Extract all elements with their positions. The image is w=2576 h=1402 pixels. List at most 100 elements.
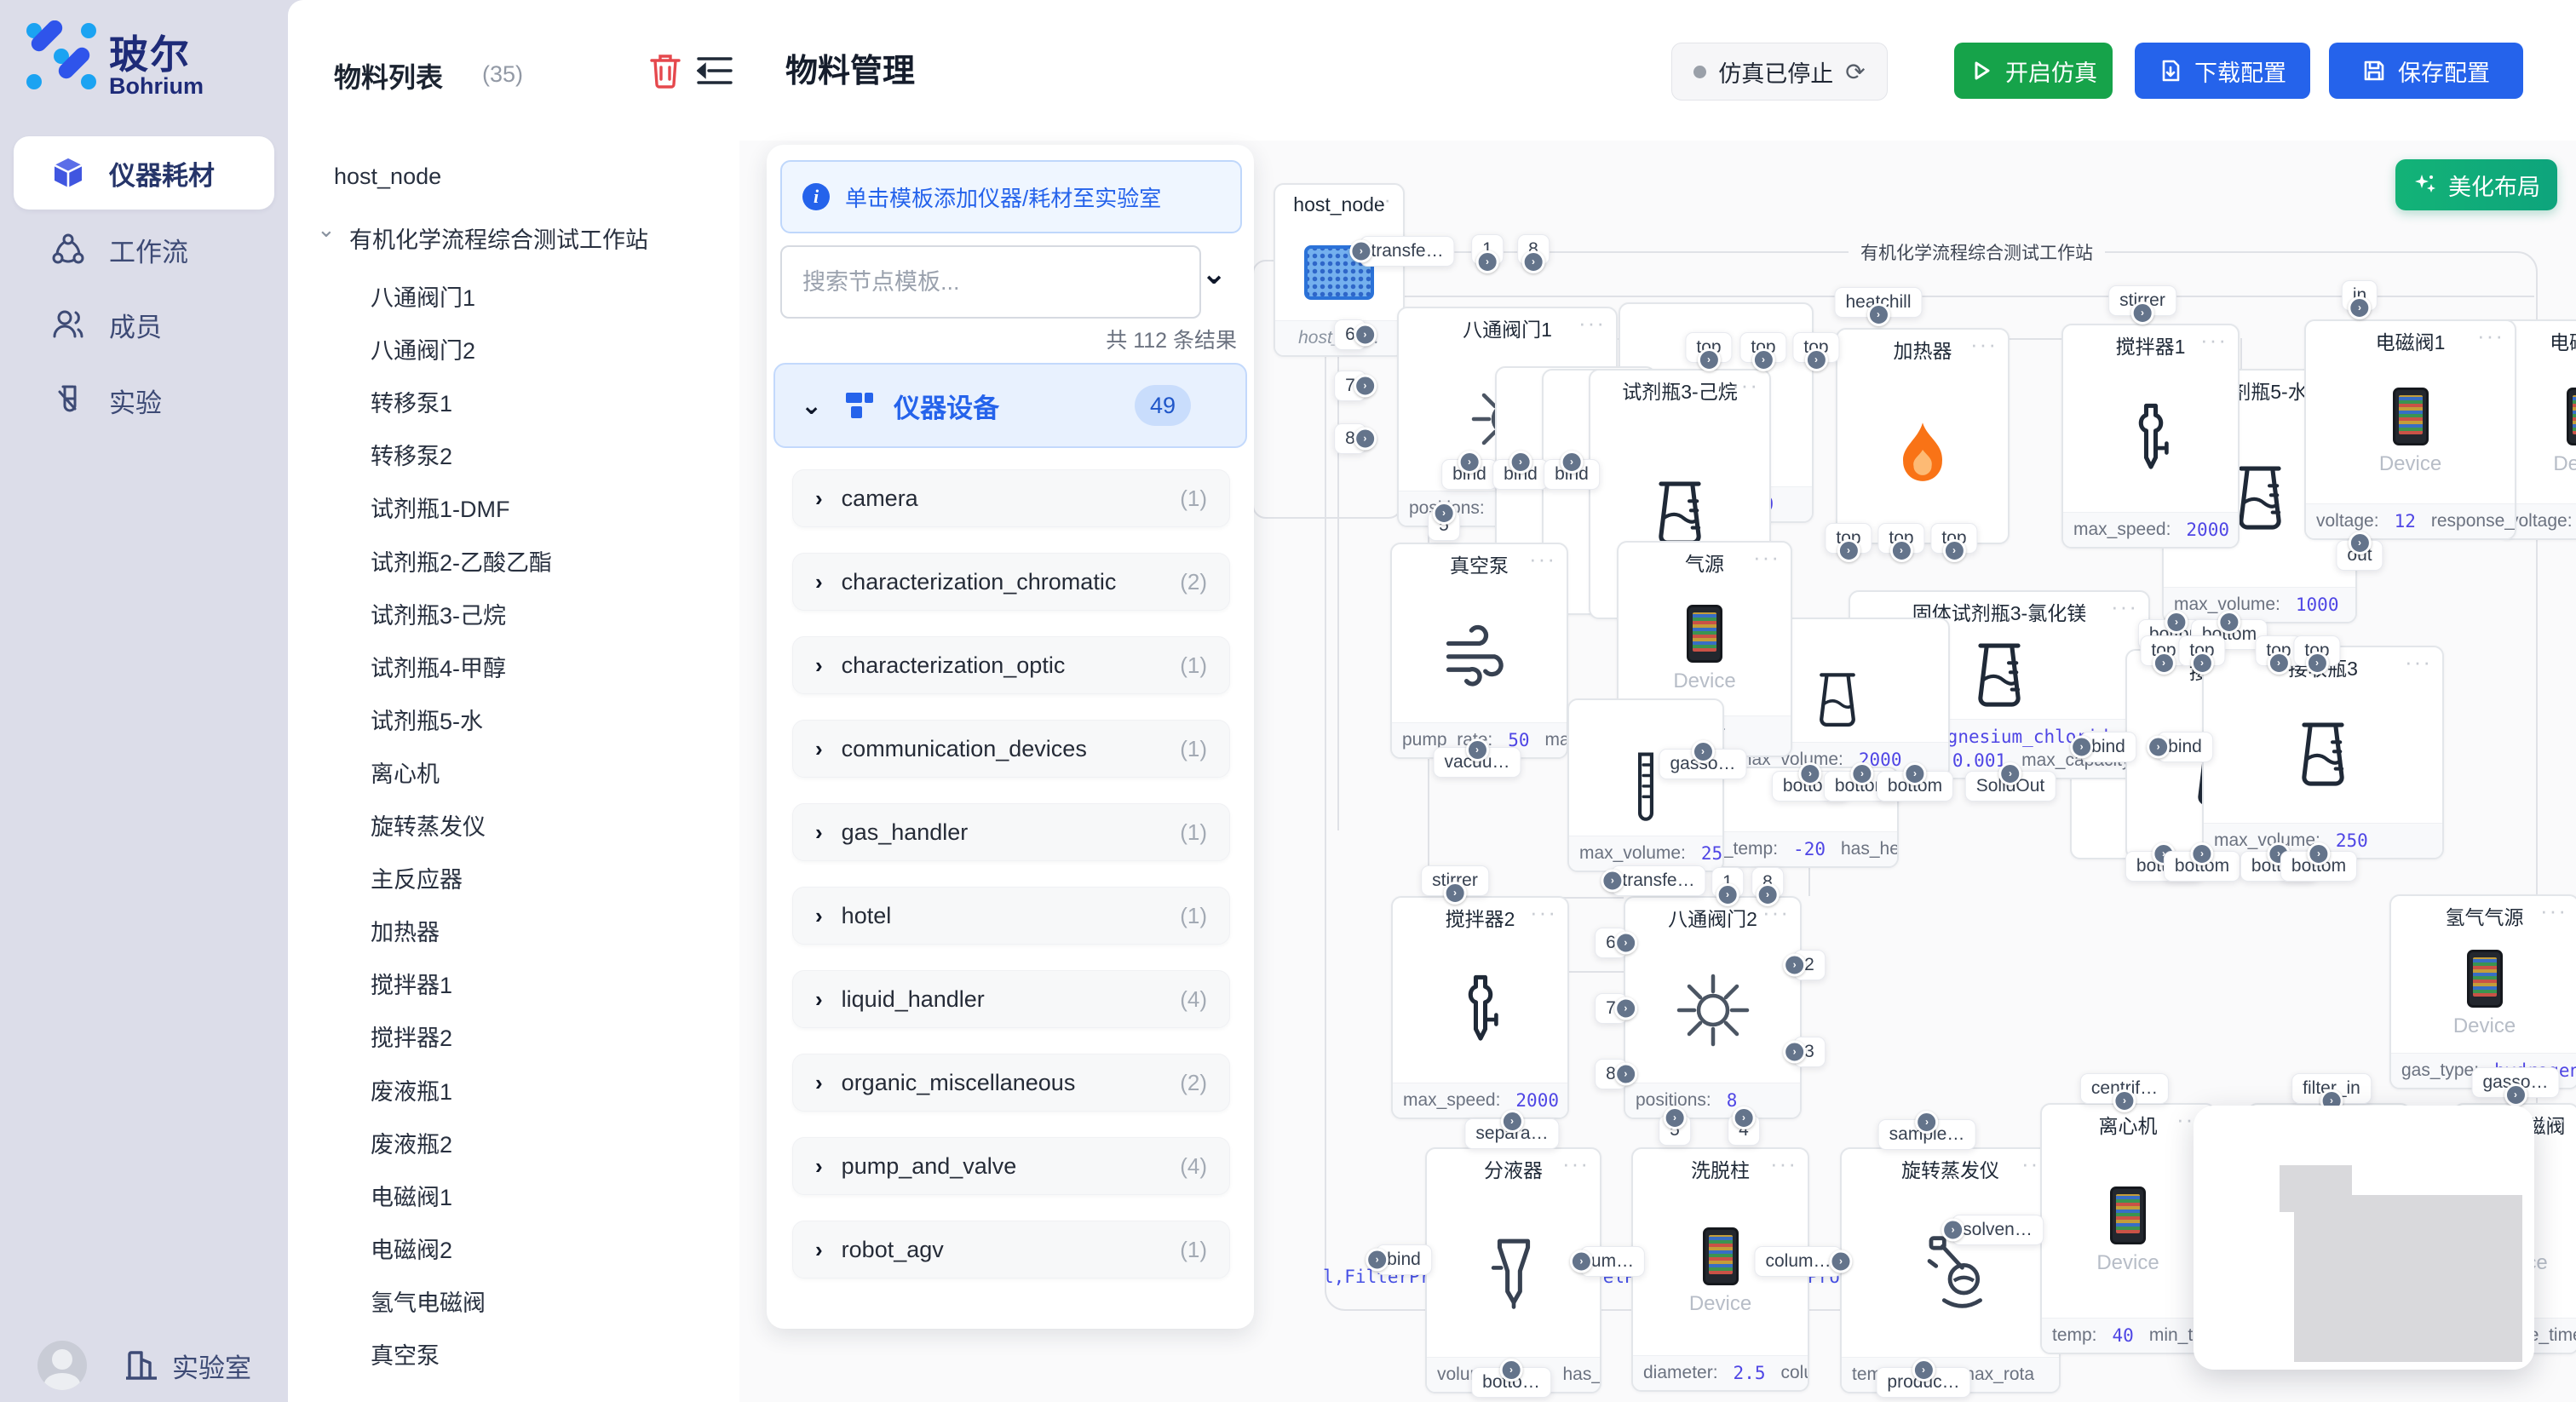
tree-item[interactable]: 废液瓶1	[371, 1073, 452, 1106]
port-handle-icon[interactable]: ›	[1476, 250, 1499, 273]
template-item-gas_handler[interactable]: ›gas_handler(1)	[792, 803, 1230, 861]
port-handle-icon[interactable]: ›	[1867, 303, 1890, 326]
tree-item[interactable]: 试剂瓶2-乙酸乙酯	[371, 544, 552, 577]
port-handle-icon[interactable]: ›	[2190, 842, 2213, 865]
port-handle-icon[interactable]: ›	[1614, 997, 1637, 1020]
template-item-liquid_handler[interactable]: ›liquid_handler(4)	[792, 970, 1230, 1028]
download-config-button[interactable]: 下载配置	[2135, 43, 2310, 99]
port-chip[interactable]: bottom›	[1877, 771, 1953, 802]
port-handle-icon[interactable]: ›	[2152, 652, 2175, 675]
port-handle-icon[interactable]: ›	[1509, 451, 1532, 474]
port-handle-icon[interactable]: ›	[1733, 1106, 1756, 1129]
port-chip[interactable]: bind›	[1544, 459, 1600, 490]
port-chip[interactable]: 1›	[1471, 234, 1504, 265]
port-chip[interactable]: top›	[1877, 523, 1924, 554]
tree-item-group[interactable]: 有机化学流程综合测试工作站	[349, 221, 648, 255]
port-handle-icon[interactable]: ›	[1366, 1249, 1389, 1272]
port-chip[interactable]: produc…›	[1876, 1367, 1970, 1398]
node-menu-icon[interactable]: ···	[1366, 187, 1393, 213]
node-menu-icon[interactable]: ···	[2477, 323, 2504, 349]
port-chip[interactable]: 2›	[1793, 950, 1826, 980]
template-item-robot_agv[interactable]: ›robot_agv(1)	[792, 1221, 1230, 1278]
port-chip[interactable]: colum…›	[1754, 1246, 1842, 1277]
node-menu-icon[interactable]: ···	[1578, 310, 1606, 336]
port-chip[interactable]: 6›	[1595, 928, 1627, 958]
sidebar-item-workflow[interactable]: 工作流	[14, 213, 274, 286]
port-handle-icon[interactable]: ›	[2147, 736, 2170, 759]
port-chip[interactable]: sample…›	[1878, 1119, 1976, 1150]
port-chip[interactable]: bind›	[1376, 1244, 1432, 1275]
refresh-icon[interactable]: ⟳	[1845, 58, 1865, 86]
port-handle-icon[interactable]: ›	[1903, 762, 1926, 785]
port-handle-icon[interactable]: ›	[2070, 736, 2093, 759]
port-handle-icon[interactable]: ›	[1915, 1111, 1938, 1134]
port-handle-icon[interactable]: ›	[1783, 954, 1806, 977]
tree-item[interactable]: 主反应器	[371, 861, 463, 894]
port-handle-icon[interactable]: ›	[1522, 250, 1545, 273]
sidebar-item-consumables[interactable]: 仪器耗材	[14, 136, 274, 210]
node-card[interactable]: 氢气气源···Devicegas_type:hydrogenmax_pre	[2389, 894, 2576, 1089]
port-chip[interactable]: in›	[2342, 280, 2378, 311]
port-chip[interactable]: top›	[2293, 635, 2340, 666]
port-chip[interactable]: 3›	[1793, 1037, 1826, 1067]
port-chip[interactable]: transfe…›	[1360, 236, 1454, 267]
node-card[interactable]: 八通阀门2···positions:8	[1624, 896, 1802, 1119]
port-handle-icon[interactable]: ›	[1354, 428, 1377, 451]
port-handle-icon[interactable]: ›	[1465, 738, 1488, 761]
port-handle-icon[interactable]: ›	[1354, 375, 1377, 398]
node-menu-icon[interactable]: ···	[2540, 1106, 2567, 1133]
port-chip[interactable]: 8›	[1517, 234, 1550, 265]
sidebar-item-members[interactable]: 成员	[14, 288, 274, 361]
node-card[interactable]: 搅拌器2···max_speed:2000	[1391, 896, 1569, 1119]
port-handle-icon[interactable]: ›	[1837, 539, 1860, 562]
port-chip[interactable]: 7›	[1334, 371, 1366, 401]
port-handle-icon[interactable]: ›	[2504, 1083, 2527, 1106]
port-chip[interactable]: transfe…›	[1611, 865, 1705, 896]
node-card[interactable]: 加热器···	[1836, 328, 2010, 544]
port-handle-icon[interactable]: ›	[1560, 451, 1583, 474]
port-chip[interactable]: filter_in›	[2291, 1073, 2372, 1104]
avatar[interactable]	[37, 1341, 87, 1390]
port-handle-icon[interactable]: ›	[2217, 611, 2240, 634]
node-menu-icon[interactable]: ···	[1753, 544, 1780, 571]
port-handle-icon[interactable]: ›	[2190, 652, 2213, 675]
port-handle-icon[interactable]: ›	[1889, 539, 1912, 562]
save-config-button[interactable]: 保存配置	[2329, 43, 2523, 99]
port-handle-icon[interactable]: ›	[1783, 1041, 1806, 1064]
port-chip[interactable]: 8›	[1334, 423, 1366, 454]
port-handle-icon[interactable]: ›	[1433, 502, 1456, 525]
node-menu-icon[interactable]: ···	[1529, 546, 1556, 572]
tree-item[interactable]: 加热器	[371, 914, 440, 947]
port-handle-icon[interactable]: ›	[1941, 1219, 1964, 1242]
node-card[interactable]: max_volume:25transfer_rate:10	[1567, 698, 1724, 872]
tree-item[interactable]: 离心机	[371, 756, 440, 789]
port-handle-icon[interactable]: ›	[1850, 762, 1873, 785]
tree-item[interactable]: 搅拌器2	[371, 1020, 452, 1053]
tree-item[interactable]: 试剂瓶1-DMF	[371, 491, 510, 524]
port-chip[interactable]: bind›	[1492, 459, 1549, 490]
port-handle-icon[interactable]: ›	[1691, 740, 1714, 763]
port-chip[interactable]: 6›	[1334, 319, 1366, 350]
port-chip[interactable]: stirrer›	[2108, 285, 2176, 316]
tree-item[interactable]: 氢气电磁阀	[371, 1284, 486, 1318]
port-handle-icon[interactable]: ›	[2113, 1089, 2136, 1112]
tree-item[interactable]: 八通阀门2	[371, 332, 475, 365]
port-handle-icon[interactable]: ›	[1757, 883, 1780, 906]
node-card[interactable]: 旋转蒸发仪···temp:180max_rota	[1840, 1147, 2061, 1393]
port-handle-icon[interactable]: ›	[1614, 932, 1637, 955]
port-chip[interactable]: bottom›	[2164, 851, 2240, 882]
chevron-down-icon[interactable]: ⌄	[317, 216, 336, 243]
port-chip[interactable]: 8›	[1595, 1059, 1627, 1089]
tree-item[interactable]: 试剂瓶4-甲醇	[371, 650, 506, 683]
port-chip[interactable]: 5›	[1428, 510, 1460, 541]
port-handle-icon[interactable]: ›	[1349, 240, 1372, 263]
port-handle-icon[interactable]: ›	[1798, 762, 1821, 785]
search-input[interactable]	[782, 269, 1199, 296]
port-chip[interactable]: gasso…›	[1659, 749, 1746, 779]
node-menu-icon[interactable]: ···	[1562, 1151, 1590, 1177]
port-chip[interactable]: top›	[1825, 523, 1872, 554]
port-chip[interactable]: 1›	[1711, 867, 1744, 898]
port-chip[interactable]: bind›	[1441, 459, 1498, 490]
node-menu-icon[interactable]: ···	[2405, 649, 2432, 675]
port-chip[interactable]: SolidOut›	[1965, 771, 2056, 802]
